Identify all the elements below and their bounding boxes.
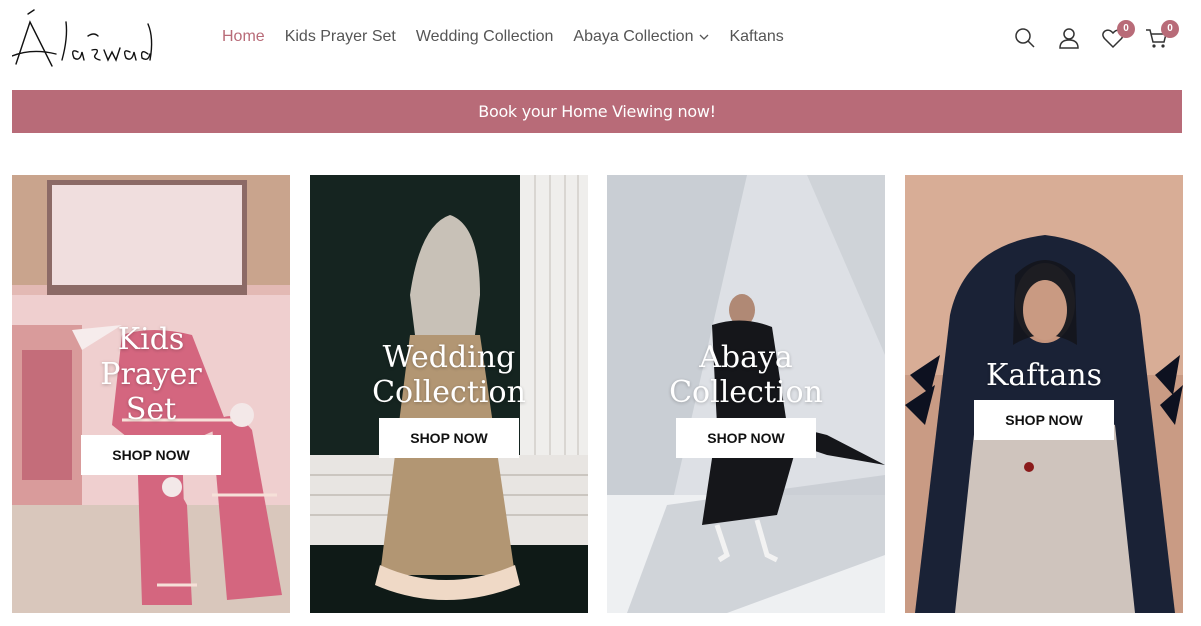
card-title: Kaftans <box>905 358 1183 393</box>
category-card-wedding-collection[interactable]: Wedding Collection SHOP NOW <box>310 175 588 613</box>
card-title-text: Abaya Collection <box>669 340 823 410</box>
nav-abaya-collection[interactable]: Abaya Collection <box>573 28 709 46</box>
cart-button[interactable]: 0 <box>1145 20 1179 50</box>
user-icon <box>1059 28 1079 49</box>
card-title: Kids Prayer Set <box>12 322 290 427</box>
nav-home-label: Home <box>222 28 265 45</box>
wishlist-button[interactable]: 0 <box>1101 20 1135 50</box>
nav-kaftans[interactable]: Kaftans <box>729 28 783 46</box>
kaftans-image <box>905 175 1183 613</box>
shop-now-button[interactable]: SHOP NOW <box>676 418 816 458</box>
card-title: Abaya Collection <box>607 340 885 410</box>
card-title-text: Kids Prayer Set <box>100 322 202 427</box>
nav-wedding-collection-label: Wedding Collection <box>415 28 554 45</box>
logo-icon <box>12 9 153 67</box>
nav-wedding-collection[interactable]: Wedding Collection <box>416 28 554 46</box>
card-title-text: Kaftans <box>985 358 1103 393</box>
shop-now-button[interactable]: SHOP NOW <box>81 435 221 475</box>
nav-home[interactable]: Home <box>222 28 265 46</box>
announcement-bar[interactable]: Book your Home Viewing now! <box>12 90 1182 133</box>
chevron-down-icon <box>700 34 709 40</box>
category-card-kids-prayer-set[interactable]: Kids Prayer Set SHOP NOW <box>12 175 290 613</box>
cart-count-badge: 0 <box>1161 20 1179 38</box>
nav-kaftans-label: Kaftans <box>729 28 784 45</box>
nav-kids-prayer-set-label: Kids Prayer Set <box>284 28 396 45</box>
brand-logo[interactable] <box>12 8 157 70</box>
category-card-abaya-collection[interactable]: Abaya Collection SHOP NOW <box>607 175 885 613</box>
card-title: Wedding Collection <box>310 340 588 410</box>
main-nav: Home Kids Prayer Set Wedding Collection … <box>222 28 804 46</box>
card-title-text: Wedding Collection <box>372 340 526 410</box>
header-actions: 0 0 <box>1013 20 1189 50</box>
category-card-kaftans[interactable]: Kaftans SHOP NOW <box>905 175 1183 613</box>
shop-now-label: SHOP NOW <box>707 430 785 446</box>
shop-now-button[interactable]: SHOP NOW <box>379 418 519 458</box>
shop-now-button[interactable]: SHOP NOW <box>974 400 1114 440</box>
account-button[interactable] <box>1057 26 1081 50</box>
search-icon <box>1015 28 1035 48</box>
wishlist-count-badge: 0 <box>1117 20 1135 38</box>
site-header: Home Kids Prayer Set Wedding Collection … <box>0 0 1201 78</box>
nav-kids-prayer-set[interactable]: Kids Prayer Set <box>285 28 396 46</box>
shop-now-label: SHOP NOW <box>410 430 488 446</box>
nav-abaya-collection-label: Abaya Collection <box>573 28 694 45</box>
shop-now-label: SHOP NOW <box>1005 412 1083 428</box>
announcement-text: Book your Home Viewing now! <box>478 102 716 121</box>
search-button[interactable] <box>1013 26 1037 50</box>
shop-now-label: SHOP NOW <box>112 447 190 463</box>
